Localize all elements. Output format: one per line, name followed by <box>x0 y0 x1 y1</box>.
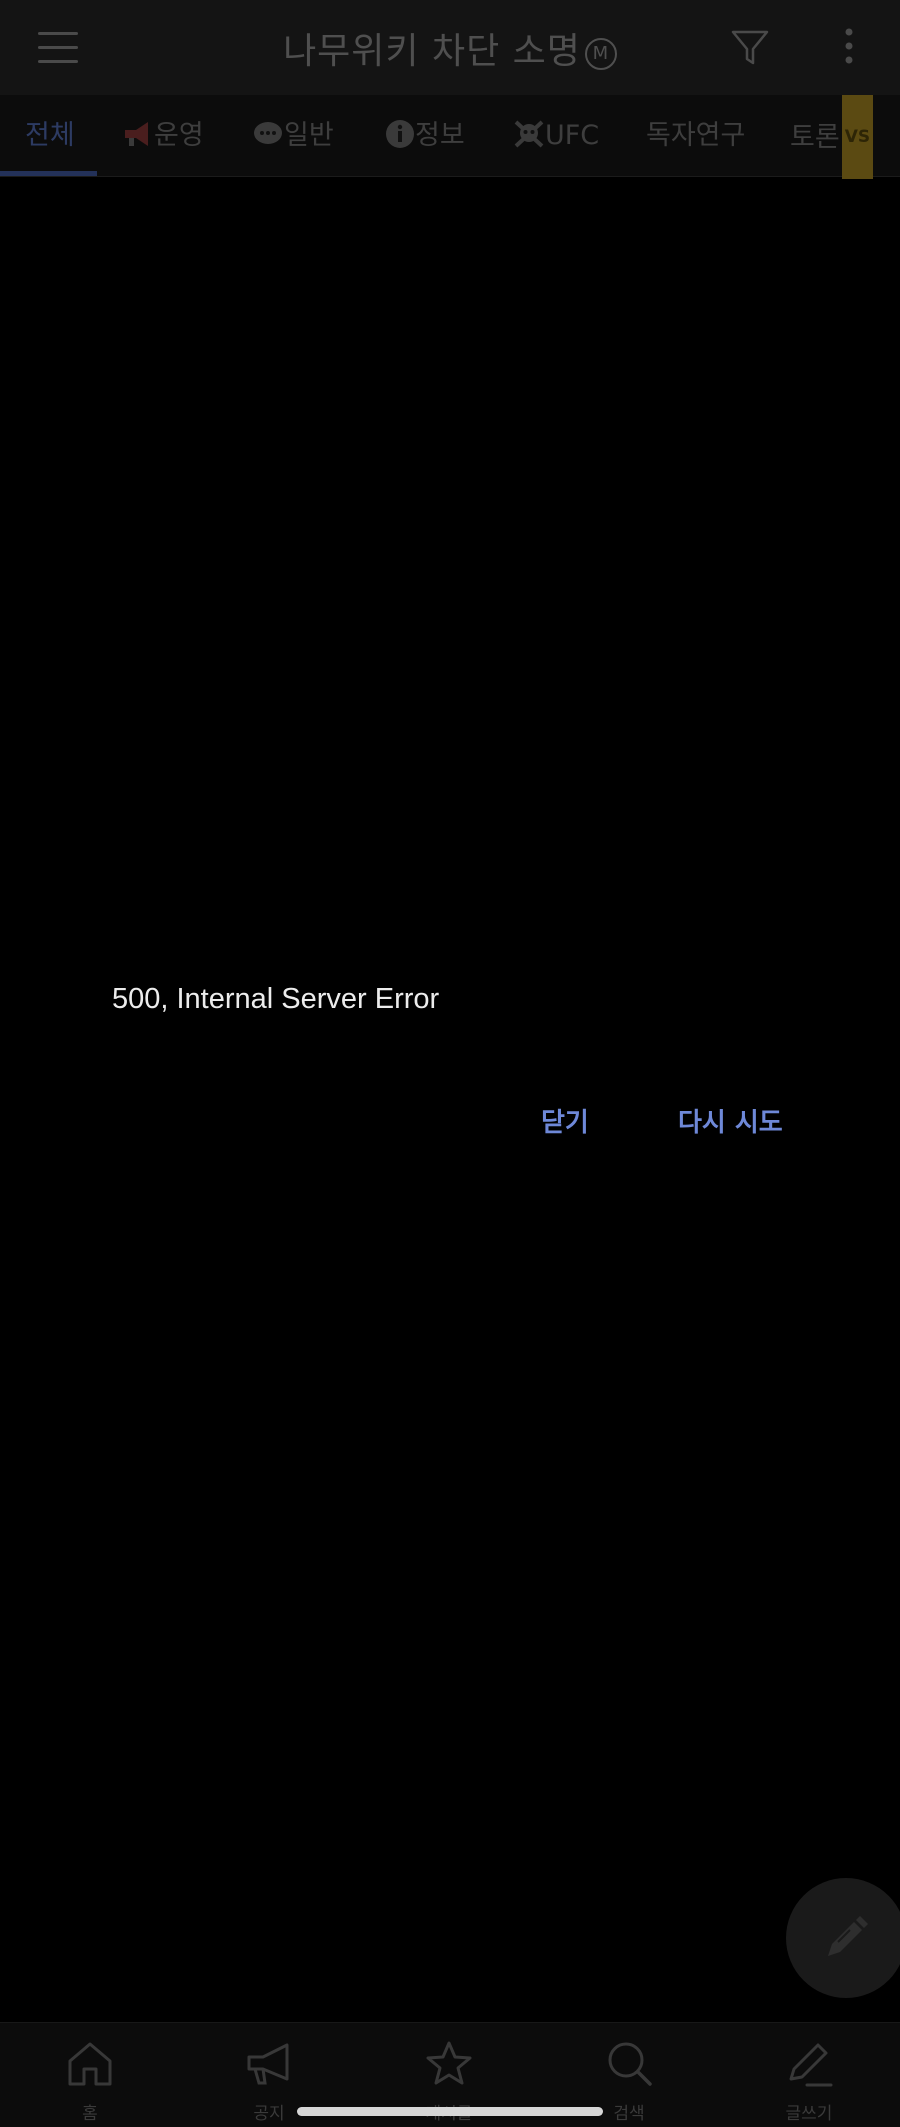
m-badge: M <box>584 38 617 70</box>
tab-label: UFC <box>545 120 600 151</box>
pencil-icon <box>828 1916 868 1956</box>
more-vertical-icon[interactable] <box>832 26 866 66</box>
tab-label: 운영 <box>154 120 204 151</box>
tab-info[interactable]: 정보 <box>385 95 465 177</box>
retry-button[interactable]: 다시 시도 <box>678 1102 783 1139</box>
nav-label: 글쓰기 <box>785 2104 833 2124</box>
tab-label: 정보 <box>415 120 465 151</box>
home-indicator[interactable] <box>297 2107 603 2116</box>
tab-label: 일반 <box>284 120 334 151</box>
top-app-bar: 나무위키 차단 소명 M <box>0 0 900 95</box>
megaphone-icon <box>247 2043 289 2085</box>
vs-badge: VS <box>841 95 874 179</box>
tab-label: 토론 <box>790 122 840 153</box>
tab-debate[interactable]: 토론 VS <box>790 95 874 179</box>
nav-write[interactable]: 글쓰기 <box>749 2023 869 2127</box>
speech-bubble-icon <box>254 122 282 144</box>
error-message: 500, Internal Server Error <box>112 983 440 1015</box>
info-icon <box>386 120 414 148</box>
star-icon <box>426 2041 472 2085</box>
tab-operation[interactable]: 운영 <box>122 95 204 177</box>
nav-home[interactable]: 홈 <box>30 2023 150 2127</box>
skull-icon <box>514 120 544 148</box>
app-root: 나무위키 차단 소명 M 전체 운영 일반 정보 UFC 독자연구 토론 VS … <box>0 0 900 2127</box>
active-tab-indicator <box>0 171 97 176</box>
search-icon <box>608 2042 652 2086</box>
tab-ufc[interactable]: UFC <box>513 95 599 177</box>
category-tabs: 전체 운영 일반 정보 UFC 독자연구 토론 VS <box>0 95 900 179</box>
filter-icon[interactable] <box>730 28 770 68</box>
write-fab-button[interactable] <box>786 1878 900 1998</box>
tab-label: 독자연구 <box>646 120 746 151</box>
close-button[interactable]: 닫기 <box>541 1102 589 1139</box>
tab-original-research[interactable]: 독자연구 <box>646 95 745 177</box>
megaphone-icon <box>125 122 148 146</box>
nav-label: 홈 <box>82 2104 98 2124</box>
write-icon <box>789 2043 833 2087</box>
tab-label: 전체 <box>25 120 75 151</box>
home-icon <box>68 2042 112 2086</box>
page-title-text: 나무위키 차단 소명 <box>283 31 581 72</box>
tab-all[interactable]: 전체 <box>25 95 75 177</box>
tab-general[interactable]: 일반 <box>252 95 334 177</box>
